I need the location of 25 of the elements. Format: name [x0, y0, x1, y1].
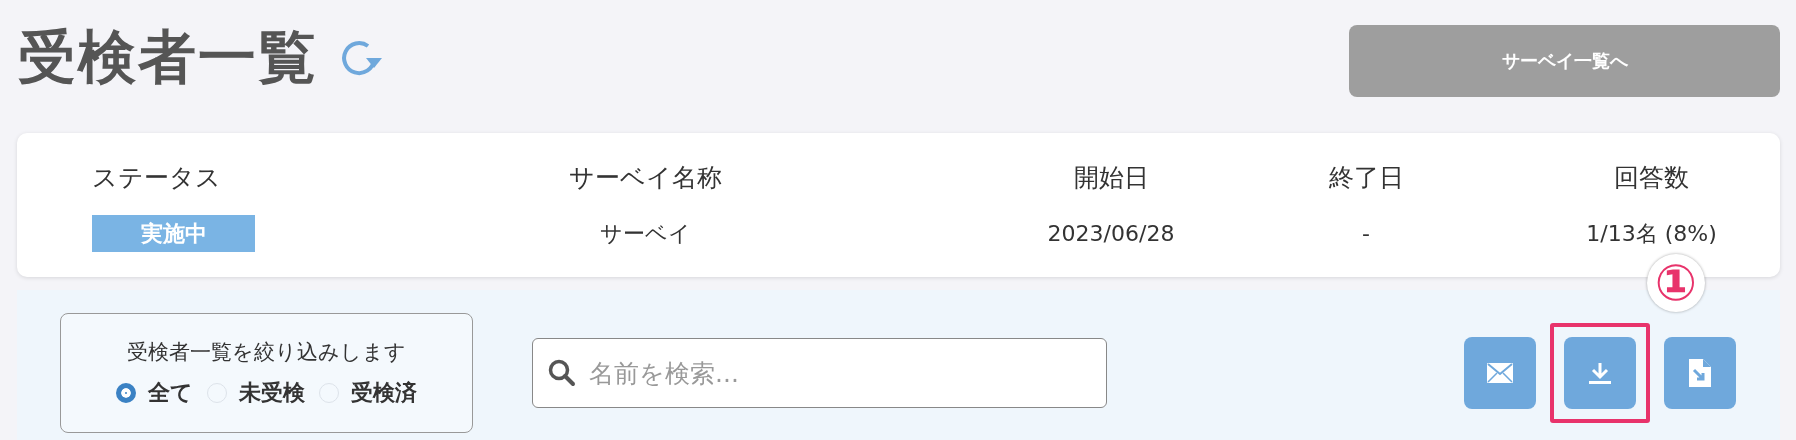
radio-label[interactable]: 受検済: [351, 378, 417, 408]
column-value: 1/13名 (8%): [1586, 220, 1717, 248]
column-label: 開始日: [1073, 162, 1149, 194]
column-label: 終了日: [1328, 162, 1404, 194]
radio-button[interactable]: [116, 383, 136, 403]
search-icon: [548, 359, 576, 387]
page-title: 受検者一覧: [18, 21, 318, 93]
column-label: 回答数: [1614, 162, 1689, 194]
column-label: ステータス: [92, 162, 221, 194]
download-icon: [1588, 361, 1612, 385]
download-button[interactable]: [1564, 337, 1636, 409]
file-arrow-icon: [1689, 359, 1711, 387]
column-value: 2023/06/28: [1047, 220, 1175, 248]
annotation-number: ①: [1647, 254, 1705, 312]
mail-icon: [1487, 363, 1513, 383]
filter-legend: 受検者一覧を絞り込みします: [127, 338, 406, 366]
file-export-button[interactable]: [1664, 337, 1736, 409]
status-badge: 実施中: [92, 215, 255, 252]
column-value: サーベイ: [599, 220, 691, 248]
radio-label[interactable]: 全て: [148, 378, 193, 408]
radio-label[interactable]: 未受検: [239, 378, 305, 408]
column-label: サーベイ名称: [568, 162, 722, 194]
search-field[interactable]: 名前を検索...: [532, 338, 1107, 408]
column-value: -: [1362, 220, 1370, 248]
mail-button[interactable]: [1464, 337, 1536, 409]
